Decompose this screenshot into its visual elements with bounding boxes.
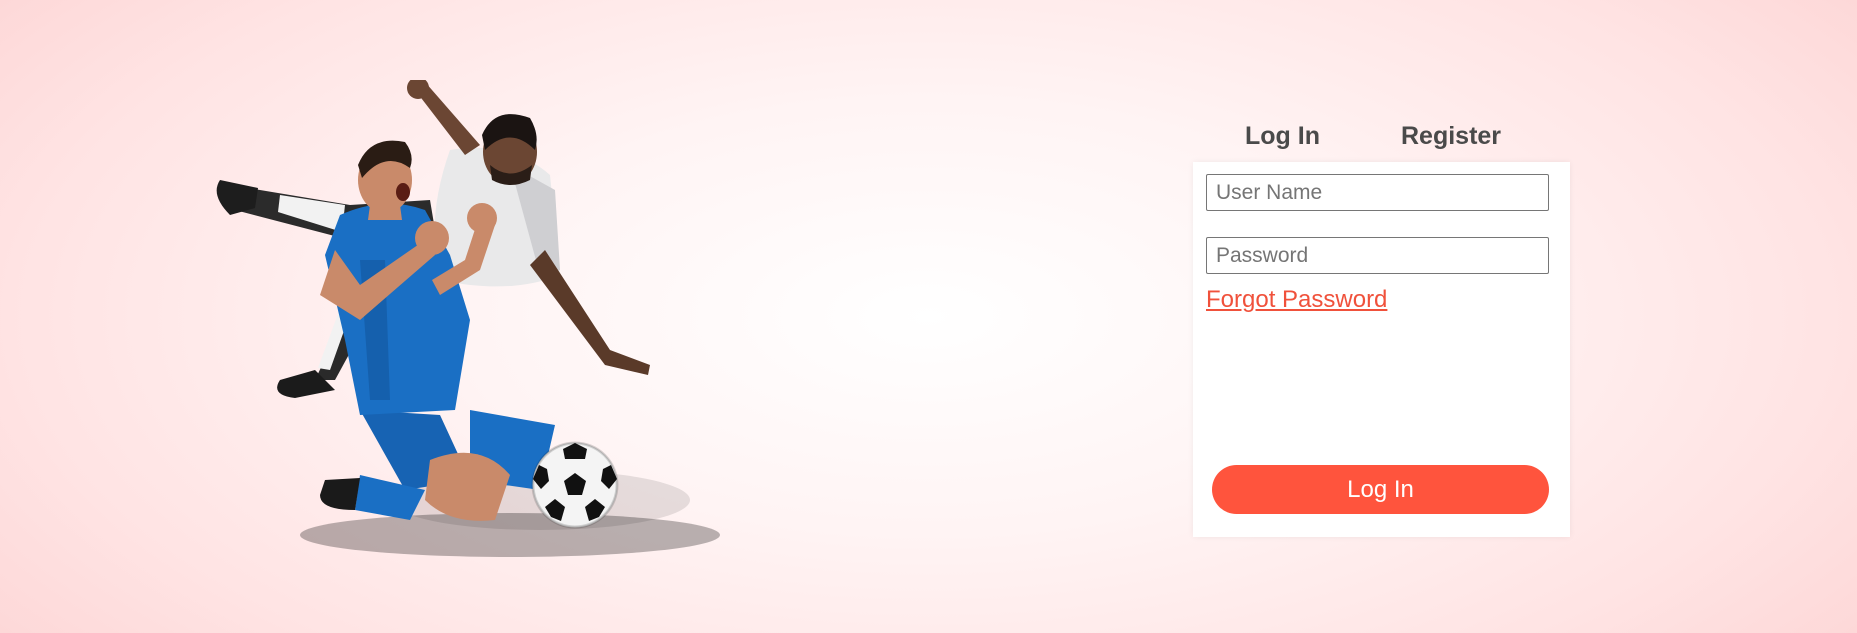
auth-container: Log In Register Forgot Password Log In — [1193, 114, 1570, 537]
login-form: Forgot Password Log In — [1193, 162, 1570, 537]
tab-login[interactable]: Log In — [1245, 122, 1320, 151]
auth-tabs: Log In Register — [1193, 114, 1570, 162]
login-button[interactable]: Log In — [1212, 465, 1549, 514]
soccer-players-image — [210, 80, 810, 570]
password-input[interactable] — [1206, 237, 1549, 274]
tab-register[interactable]: Register — [1401, 122, 1501, 151]
forgot-password-link[interactable]: Forgot Password — [1206, 286, 1387, 314]
username-input[interactable] — [1206, 174, 1549, 211]
